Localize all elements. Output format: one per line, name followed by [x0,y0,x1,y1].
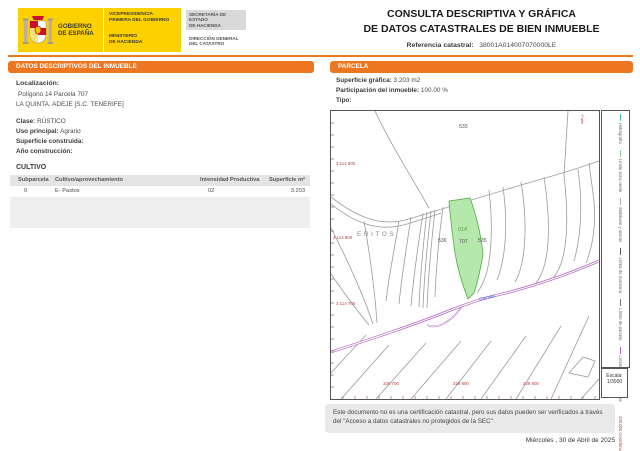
mobiliario-symbol [619,198,622,206]
y-coord-3114900: 3 114 900 [336,161,356,166]
x-coord-329700: 329 700 [383,381,399,386]
manzana-symbol [619,248,622,256]
parcel-707-label: 707 [459,239,468,245]
participacion-row: Participación del inmueble: 100.00 % [336,87,448,94]
ministry-block: VICEPRESIDENCIA PRIMERA DEL GOBIERNO MIN… [104,8,181,52]
cell-cultivo: E- Pastos [55,188,80,194]
parcel-533-label: 533 [459,124,468,130]
cultivo-table-header: Subparcela Cultivo/aprovechamiento Inten… [10,175,310,186]
parcela-header: PARCELA [330,61,633,73]
x-coord-329800: 329 800 [453,381,469,386]
document-title-line1: CONSULTA DESCRIPTIVA Y GRÁFICA [386,8,576,20]
referencia-catastral-line: Referencia catastral: 38001A014007070000… [330,42,633,49]
legend-item: Límite de manzana [618,257,623,294]
map-legend-items: Hidrografía Límite zona verde Mobiliario… [605,114,623,451]
tipo-row: Tipo: [336,97,352,104]
clase-label: Clase: [16,118,36,125]
localizacion-label: Localización: [16,80,60,87]
datos-descriptivos-header: DATOS DESCRIPTIVOS DEL INMUEBLE [8,61,314,73]
scale-box: Escala: 1/3000 [601,368,628,398]
y-coord-3114800: 3 114 800 [333,235,353,240]
uso-label: Uso principal: [16,128,59,135]
cultivo-table-row: 0 E- Pastos 02 3.203 [10,186,310,197]
hidrografia-symbol [619,114,622,121]
legend-item: Límite zona verde [618,158,623,193]
vicepresidencia-label: VICEPRESIDENCIA PRIMERA DEL GOBIERNO [109,12,170,23]
anio-construccion-label: Año construcción: [16,148,73,155]
y-coord-3114700: 3 114 700 [336,301,356,306]
anio-construccion-row: Año construcción: [16,148,72,155]
legend-item: Mobiliario y aceras [618,207,623,243]
document-title-line2: DE DATOS CATASTRALES DE BIEN INMUEBLE [363,23,600,35]
document-date: Miércoles , 30 de Abril de 2025 [525,437,615,444]
utm-coordinates-note: 330.000 Coordenadas U.T.M. Huso 28 WGS84 [618,416,623,451]
legend-item: Límite de parcela [618,308,623,341]
header-divider-rule [8,55,633,57]
cell-subparcela: 0 [24,188,28,194]
cell-intensidad: 02 [208,188,215,194]
referencia-catastral-label: Referencia catastral: [406,42,474,49]
escala-value: 1/3000 [606,379,623,385]
map-legend: Hidrografía Límite zona verde Mobiliario… [601,110,630,451]
parcel-535-label: 535 [478,238,487,244]
superficie-construida-label: Superficie construida: [16,138,84,145]
street-name-vertical-label: Calle [580,115,585,125]
col-superficie: Superficie m² [268,177,305,183]
participacion-value: 100.00 % [420,87,448,94]
cell-superficie: 3.203 [290,188,305,194]
cultivo-table-empty-area [10,197,310,228]
cultivo-title: CULTIVO [16,164,47,171]
col-cultivo: Cultivo/aprovechamiento [55,177,123,183]
clase-value: RÚSTICO [36,118,66,125]
zona-verde-symbol [619,149,622,157]
clase-row: Clase: RÚSTICO [16,118,66,125]
cadastral-map: 533 3 114 900 3 114 800 3 114 700 329 70… [330,110,600,400]
participacion-label: Participación del inmueble: [336,87,420,94]
parcel-536-label: 536 [438,238,447,244]
construcciones-symbol [619,346,622,354]
col-intensidad: Intensidad Productiva [200,177,260,183]
col-subparcela: Subparcela [18,177,49,183]
ministerio-hacienda-label: MINISTERIO DE HACIENDA [109,34,143,45]
superficie-grafica-label: Superficie gráfica: [336,77,392,84]
highlighted-parcel-shape [448,197,484,300]
superficie-grafica-row: Superficie gráfica: 3.203 m2 [336,77,420,84]
secretaria-box: SECRETARÍA DE ESTADO DE HACIENDA [186,10,246,30]
parcela-symbol [619,299,622,307]
disclaimer-text: Este documento no es una certificación c… [333,409,603,425]
uso-row: Uso principal: Agrario [16,128,81,135]
subparcela-014-label: 014 [458,227,467,233]
disclaimer-box: Este documento no es una certificación c… [325,404,615,433]
government-logo-block: GOBIERNO DE ESPAÑA [18,8,104,52]
cadastral-map-svg [330,110,600,400]
superficie-grafica-value: 3.203 m2 [393,77,421,84]
direccion-catastro-label: DIRECCIÓN GENERAL DEL CATASTRO [189,36,239,47]
spain-coat-of-arms-icon [23,13,53,44]
superficie-construida-row: Superficie construida: [16,138,83,145]
legend-item: Hidrografía [618,123,623,144]
cadastral-document-page: GOBIERNO DE ESPAÑA VICEPRESIDENCIA PRIME… [0,0,640,451]
x-coord-329900: 329 900 [523,381,539,386]
place-name-label: ERITOS [357,231,397,238]
secretaria-label: SECRETARÍA DE ESTADO DE HACIENDA [189,12,227,28]
tipo-label: Tipo: [336,97,352,104]
referencia-catastral-value: 38001A014007070000LE [479,42,557,49]
uso-value: Agrario [60,128,81,135]
localizacion-line2: LA QUINTA. ADEJE [S.C. TENERIFE] [16,101,124,108]
gobierno-de-espana-label: GOBIERNO DE ESPAÑA [58,23,94,37]
localizacion-line1: Polígono 14 Parcela 707 [18,91,88,98]
